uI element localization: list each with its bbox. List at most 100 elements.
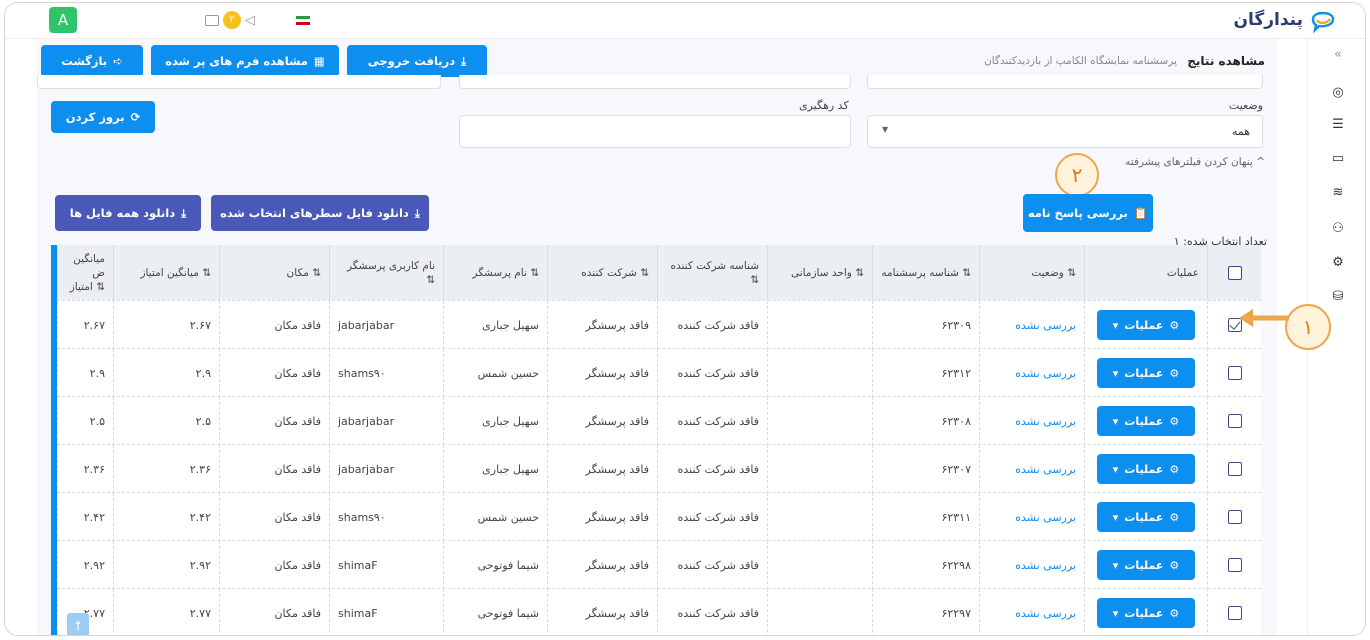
top-icons: ۲ ◁ (205, 11, 255, 29)
cell-status[interactable]: بررسی نشده (979, 445, 1084, 493)
operations-dropdown-button[interactable]: ▾ عملیات ⚙ (1097, 598, 1195, 628)
refresh-label: بروز کردن (65, 110, 125, 124)
review-label: بررسی پاسخ نامه (1027, 206, 1128, 220)
column-header-operations[interactable]: عملیات (1084, 245, 1207, 300)
chart-icon[interactable]: ≋ (1330, 185, 1346, 201)
column-header-avg-weighted[interactable]: میانگین ض امتیاز ⇅ (57, 245, 113, 300)
calendar-icon[interactable]: ▭ (1330, 151, 1346, 167)
cell-participant-company: فاقد پرسشگر (547, 493, 657, 541)
column-header-status[interactable]: وضعیت ⇅ (979, 245, 1084, 300)
row-checkbox[interactable] (1227, 510, 1242, 524)
tracking-code-input[interactable] (459, 115, 851, 148)
cell-location: فاقد مکان (219, 493, 329, 541)
cell-questioner-name: حسین شمس (443, 349, 547, 397)
export-button[interactable]: دریافت خروجی ⤓ (347, 45, 487, 77)
operations-label: عملیات (1124, 366, 1164, 380)
back-label: بازگشت (61, 54, 108, 68)
filter-input-partial-3[interactable] (867, 75, 1263, 89)
column-header-avg-score[interactable]: میانگین امتیاز ⇅ (113, 245, 219, 300)
cell-status[interactable]: بررسی نشده (979, 397, 1084, 445)
cell-questioner-name: سهیل جباری (443, 445, 547, 493)
list-icon[interactable]: ☰ (1330, 117, 1346, 133)
column-header-org-unit[interactable]: واحد سازمانی ⇅ (767, 245, 872, 300)
operations-dropdown-button[interactable]: ▾ عملیات ⚙ (1097, 502, 1195, 532)
database-icon[interactable]: ⛁ (1330, 289, 1346, 305)
row-checkbox-cell (1207, 349, 1261, 397)
download-selected-button[interactable]: دانلود فایل سطرهای انتخاب شده ⤓ (211, 195, 429, 231)
cell-location: فاقد مکان (219, 397, 329, 445)
column-header-participant-company-id[interactable]: شناسه شرکت کننده ⇅ (657, 245, 767, 300)
operations-dropdown-button[interactable]: ▾ عملیات ⚙ (1097, 550, 1195, 580)
collapse-chevron-icon[interactable]: « (1330, 47, 1346, 63)
gear-icon[interactable]: ⚙ (1330, 255, 1346, 271)
table-row: ▾ عملیات ⚙ بررسی نشده ۶۲۲۹۸ فاقد شرکت کننده فا… (57, 540, 1261, 589)
column-header-participant-company[interactable]: شرکت کننده ⇅ (547, 245, 657, 300)
avatar[interactable]: A (49, 7, 77, 33)
gear-icon: ⚙ (1169, 366, 1180, 380)
page-title: مشاهده نتایج (1187, 54, 1265, 68)
column-header-questioner-name[interactable]: نام پرسشگر ⇅ (443, 245, 547, 300)
row-checkbox-cell (1207, 397, 1261, 445)
cell-status[interactable]: بررسی نشده (979, 493, 1084, 541)
operations-dropdown-button[interactable]: ▾ عملیات ⚙ (1097, 406, 1195, 436)
gear-icon: ⚙ (1169, 510, 1180, 524)
view-filled-forms-button[interactable]: مشاهده فرم های پر شده ▦ (151, 45, 339, 77)
cell-questionnaire-id: ۶۲۳۱۱ (872, 493, 979, 541)
row-checkbox[interactable] (1227, 558, 1242, 572)
operations-dropdown-button[interactable]: ▾ عملیات ⚙ (1097, 310, 1195, 340)
cell-participant-company: فاقد پرسشگر (547, 589, 657, 635)
bell-icon[interactable]: ◁ (245, 13, 255, 28)
cell-participant-company: فاقد پرسشگر (547, 301, 657, 349)
dashboard-icon[interactable]: ◎ (1330, 85, 1346, 101)
row-checkbox[interactable] (1227, 606, 1242, 620)
row-checkbox[interactable] (1227, 366, 1242, 380)
scroll-to-top-button[interactable]: ↑ (67, 613, 89, 635)
chat-icon[interactable] (205, 14, 219, 26)
download-all-button[interactable]: دانلود همه فایل ها ⤓ (55, 195, 201, 231)
iran-flag-icon[interactable] (296, 16, 310, 25)
export-label: دریافت خروجی (367, 54, 456, 68)
operations-label: عملیات (1124, 606, 1164, 620)
status-select[interactable]: همه ▼ (867, 115, 1263, 148)
cell-avg-weighted: ۲.۹ (57, 349, 113, 397)
select-all-checkbox-header[interactable] (1207, 245, 1261, 300)
table-header: عملیات وضعیت ⇅ شناسه پرسشنامه ⇅ واحد سازمان… (57, 245, 1261, 300)
refresh-button[interactable]: بروز کردن ⟳ (51, 101, 155, 133)
cell-avg-weighted: ۲.۹۲ (57, 541, 113, 589)
filter-input-partial-2[interactable] (459, 75, 851, 89)
cell-status[interactable]: بررسی نشده (979, 301, 1084, 349)
cell-participant-company: فاقد پرسشگر (547, 541, 657, 589)
back-button[interactable]: بازگشت ➪ (41, 45, 143, 77)
cell-participant-company: فاقد پرسشگر (547, 349, 657, 397)
column-header-questioner-username[interactable]: نام کاربری پرسشگر ⇅ (329, 245, 443, 300)
cell-status[interactable]: بررسی نشده (979, 589, 1084, 635)
table-row: ▾ عملیات ⚙ بررسی نشده ۶۲۳۱۲ فاقد شرکت کننده فا… (57, 348, 1261, 397)
cell-avg-weighted: ۲.۴۲ (57, 493, 113, 541)
gear-icon: ⚙ (1169, 606, 1180, 620)
select-all-checkbox[interactable] (1227, 265, 1242, 280)
operations-dropdown-button[interactable]: ▾ عملیات ⚙ (1097, 358, 1195, 388)
operations-dropdown-button[interactable]: ▾ عملیات ⚙ (1097, 454, 1195, 484)
column-header-questionnaire-id[interactable]: شناسه پرسشنامه ⇅ (872, 245, 979, 300)
cell-status[interactable]: بررسی نشده (979, 541, 1084, 589)
cell-status[interactable]: بررسی نشده (979, 349, 1084, 397)
row-checkbox-cell (1207, 493, 1261, 541)
cell-participant-company: فاقد پرسشگر (547, 445, 657, 493)
cell-avg-score: ۲.۷۷ (113, 589, 219, 635)
view-forms-label: مشاهده فرم های پر شده (165, 54, 308, 68)
row-checkbox[interactable] (1227, 462, 1242, 476)
cell-participant-company-id: فاقد شرکت کننده (657, 541, 767, 589)
notification-badge[interactable]: ۲ (223, 11, 241, 29)
cell-questioner-username: shimaF (329, 589, 443, 635)
review-answers-button[interactable]: بررسی پاسخ نامه 📋 (1023, 194, 1153, 232)
advanced-filters-toggle[interactable]: پنهان کردن فیلترهای پیشرفته ^ (1125, 156, 1265, 168)
filter-input-partial-1[interactable] (37, 75, 441, 89)
operations-cell: ▾ عملیات ⚙ (1084, 445, 1207, 493)
cell-participant-company-id: فاقد شرکت کننده (657, 445, 767, 493)
cell-questioner-username: jabarjabar (329, 301, 443, 349)
user-settings-icon[interactable]: ⚇ (1330, 221, 1346, 237)
row-checkbox[interactable] (1227, 414, 1242, 428)
cell-location: فاقد مکان (219, 445, 329, 493)
column-header-location[interactable]: مکان ⇅ (219, 245, 329, 300)
download-icon: ⤓ (181, 205, 187, 220)
